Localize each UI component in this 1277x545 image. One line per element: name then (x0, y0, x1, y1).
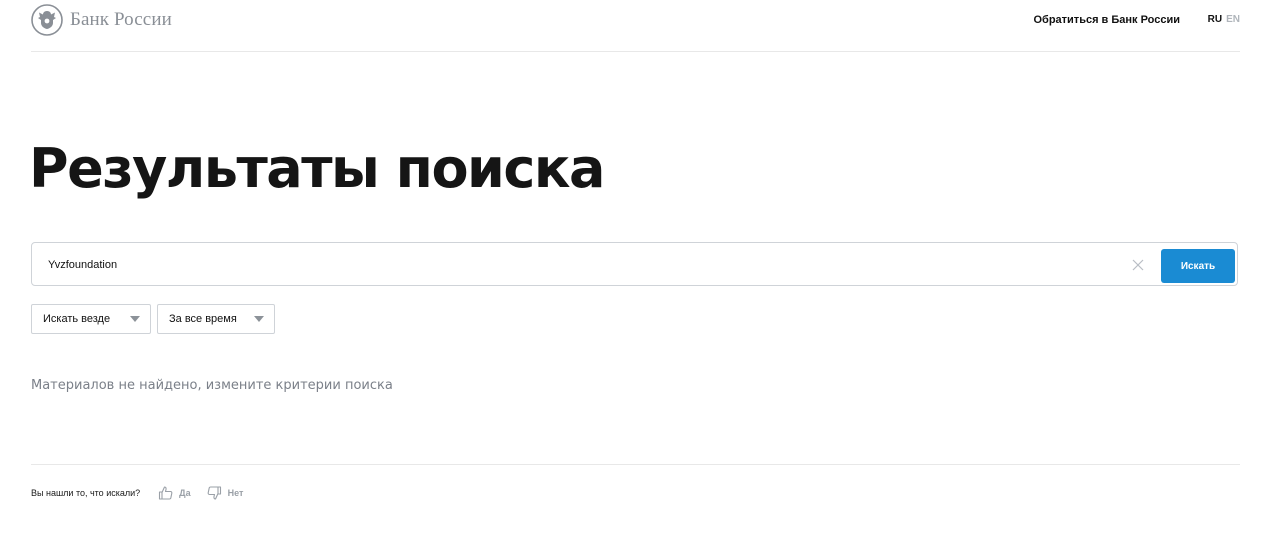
search-button[interactable]: Искать (1161, 249, 1235, 283)
time-period-label: За все время (169, 313, 237, 325)
search-box: Искать (31, 242, 1238, 286)
page: Банк России Обратиться в Банк России RU … (0, 0, 1277, 545)
no-results-message: Материалов не найдено, измените критерии… (31, 378, 393, 393)
feedback-question: Вы нашли то, что искали? (31, 488, 141, 498)
language-switcher: RU EN (1208, 14, 1240, 25)
contact-bank-link[interactable]: Обратиться в Банк России (1033, 14, 1180, 26)
search-input[interactable] (48, 254, 1108, 276)
dropdown-arrow-icon (130, 316, 140, 322)
search-scope-dropdown[interactable]: Искать везде (31, 304, 151, 334)
feedback-yes-button[interactable]: Да (158, 486, 191, 500)
lang-en-option[interactable]: EN (1226, 14, 1240, 25)
thumbs-up-icon (159, 486, 173, 500)
feedback-no-label: Нет (227, 488, 244, 498)
clear-icon[interactable] (1130, 257, 1146, 273)
logo-link[interactable]: Банк России (31, 4, 172, 36)
feedback-bar: Вы нашли то, что искали? Да Нет (31, 486, 259, 500)
bank-emblem-icon (31, 4, 63, 36)
feedback-yes-label: Да (179, 488, 191, 498)
logo-text: Банк России (70, 9, 172, 30)
thumbs-down-icon (207, 486, 221, 500)
dropdown-arrow-icon (254, 316, 264, 322)
search-scope-label: Искать везде (43, 313, 111, 325)
divider (31, 464, 1240, 465)
lang-ru-option[interactable]: RU (1208, 14, 1222, 25)
time-period-dropdown[interactable]: За все время (157, 304, 275, 334)
header: Банк России Обратиться в Банк России RU … (31, 0, 1240, 52)
feedback-no-button[interactable]: Нет (207, 486, 244, 500)
page-title: Результаты поиска (29, 137, 606, 200)
